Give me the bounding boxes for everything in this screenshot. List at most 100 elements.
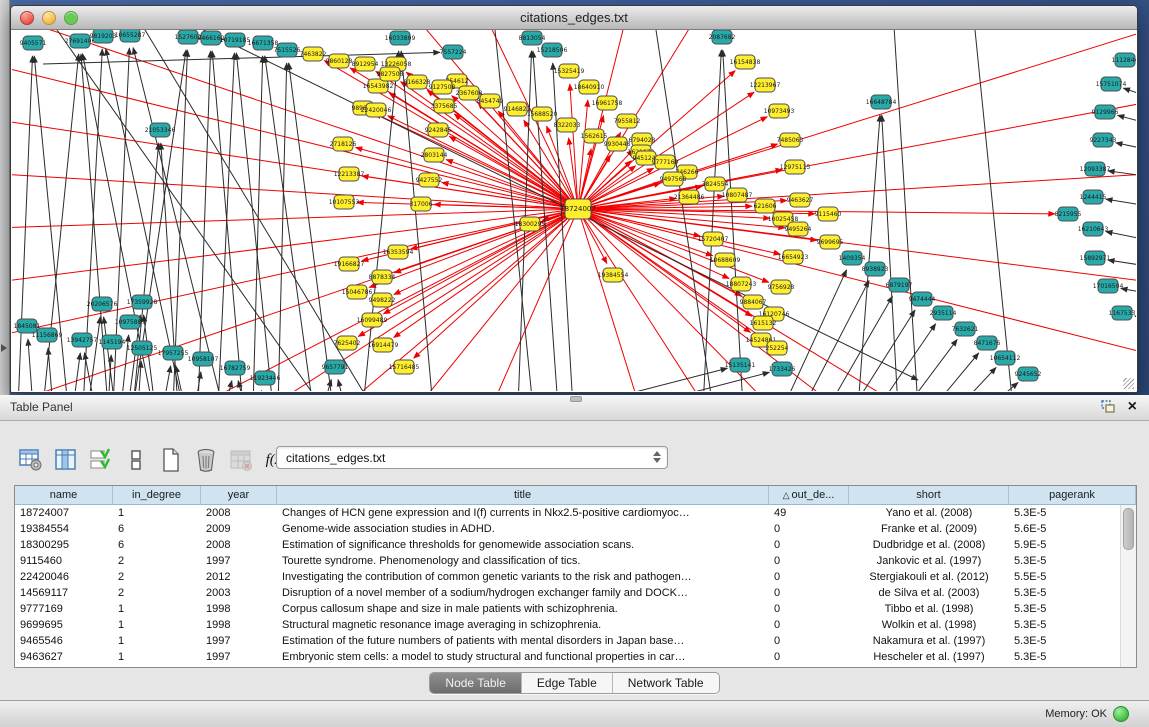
graph-edge-black[interactable] <box>289 63 333 391</box>
table-cell[interactable]: 1998 <box>201 617 277 633</box>
table-cell[interactable]: 0 <box>769 633 849 649</box>
graph-node[interactable]: 7557224 <box>440 45 467 59</box>
graph-node[interactable]: 7625402 <box>334 336 361 350</box>
tab-edge-table[interactable]: Edge Table <box>522 673 613 693</box>
graph-node[interactable]: 16154838 <box>730 55 761 69</box>
table-cell[interactable]: Investigating the contribution of common… <box>277 569 769 585</box>
table-cell[interactable]: Stergiakouli et al. (2012) <box>849 569 1009 585</box>
tab-network-table[interactable]: Network Table <box>613 673 719 693</box>
graph-edge-black[interactable] <box>195 372 201 391</box>
table-cell[interactable]: de Silva et al. (2003) <box>849 585 1009 601</box>
graph-node[interactable]: 9463627 <box>787 193 814 207</box>
table-cell[interactable]: Jankovic et al. (1997) <box>849 553 1009 569</box>
graph-edge-black[interactable] <box>173 50 187 391</box>
graph-node[interactable]: 8166328 <box>404 75 431 89</box>
graph-node[interactable]: 15325419 <box>554 64 585 78</box>
graph-node[interactable]: 15716485 <box>389 360 420 374</box>
graph-node[interactable]: 9756928 <box>768 280 795 294</box>
graph-node[interactable]: 1845081 <box>14 319 41 333</box>
graph-node[interactable]: 3375685 <box>431 99 458 113</box>
graph-node[interactable]: 8878334 <box>369 270 396 284</box>
graph-edge-black[interactable] <box>338 380 345 391</box>
graph-edge-black[interactable] <box>48 348 53 391</box>
graph-edge-black[interactable] <box>1106 232 1136 245</box>
column-header-year[interactable]: year <box>201 486 277 505</box>
graph-node[interactable]: 1167533 <box>1109 306 1136 320</box>
graph-node[interactable]: 16654923 <box>778 250 809 264</box>
graph-node[interactable]: 1112844 <box>1112 53 1136 67</box>
float-panel-icon[interactable] <box>1101 400 1116 414</box>
table-cell[interactable]: 1 <box>113 633 201 649</box>
graph-edge-black[interactable] <box>1118 115 1136 130</box>
table-cell[interactable]: 49 <box>769 505 849 521</box>
table-cell[interactable]: 5.3E-5 <box>1009 505 1136 521</box>
graph-node[interactable]: 7463822 <box>300 47 327 61</box>
graph-edge-black[interactable] <box>988 382 1018 391</box>
table-settings-button[interactable] <box>18 447 44 473</box>
graph-edge-black[interactable] <box>28 339 33 391</box>
table-cell[interactable]: Dudbridge et al. (2008) <box>849 537 1009 553</box>
graph-node[interactable]: 15720407 <box>698 232 729 246</box>
table-cell[interactable]: 5.3E-5 <box>1009 649 1136 665</box>
graph-node[interactable]: 8215955 <box>1055 207 1082 221</box>
table-cell[interactable]: 0 <box>769 553 849 569</box>
graph-node[interactable]: 9127508 <box>429 80 456 94</box>
table-cell[interactable]: 1 <box>113 601 201 617</box>
graph-node[interactable]: 15218506 <box>537 43 568 57</box>
graph-node[interactable]: 7515526 <box>274 43 301 57</box>
graph-node[interactable]: 8912954 <box>352 57 379 71</box>
graph-node[interactable]: 2718126 <box>330 137 357 151</box>
graph-node[interactable]: 9495264 <box>785 222 812 236</box>
network-canvas[interactable]: 9405571276914069819203106552871527602946… <box>12 30 1136 391</box>
panel-expand-arrow-icon[interactable] <box>1 344 7 352</box>
table-cell[interactable]: Disruption of a novel member of a sodium… <box>277 585 769 601</box>
graph-edge-black[interactable] <box>1116 143 1136 155</box>
graph-node[interactable]: 13942757 <box>67 333 98 347</box>
table-row[interactable]: 1830029562008Estimation of significance … <box>15 537 1136 553</box>
table-cell[interactable]: 5.5E-5 <box>1009 569 1136 585</box>
table-cell[interactable]: Yano et al. (2008) <box>849 505 1009 521</box>
graph-node[interactable]: 8813054 <box>519 31 546 45</box>
graph-node[interactable]: 621606 <box>754 199 777 213</box>
table-cell[interactable]: 5.3E-5 <box>1009 553 1136 569</box>
table-cell[interactable]: 0 <box>769 521 849 537</box>
graph-edge-black[interactable] <box>893 30 918 391</box>
table-cell[interactable]: Hescheler et al. (1997) <box>849 649 1009 665</box>
table-cell[interactable]: 9115460 <box>15 553 113 569</box>
graph-node[interactable]: 18640910 <box>574 80 605 94</box>
graph-node[interactable]: 20206576 <box>87 297 118 311</box>
graph-edge-black[interactable] <box>933 353 979 391</box>
graph-edge-black[interactable] <box>265 56 313 391</box>
graph-node[interactable]: 21053346 <box>145 123 176 137</box>
table-row[interactable]: 977716911998Corpus callosum shape and si… <box>15 601 1136 617</box>
graph-edge-red[interactable] <box>12 170 578 209</box>
table-cell[interactable]: 19384554 <box>15 521 113 537</box>
graph-node[interactable]: 12093387 <box>1080 162 1111 176</box>
graph-node[interactable]: 9819203 <box>90 30 117 43</box>
graph-edge-red[interactable] <box>578 209 1136 370</box>
table-cell[interactable]: 2008 <box>201 537 277 553</box>
table-selector-combobox[interactable]: citations_edges.txt <box>276 446 668 469</box>
scrollbar-thumb[interactable] <box>1123 508 1134 550</box>
graph-node[interactable]: 9245652 <box>1015 367 1042 381</box>
graph-node[interactable]: 16353594 <box>383 245 414 259</box>
panel-splitter-handle[interactable] <box>570 396 582 402</box>
table-cell[interactable]: 5.3E-5 <box>1009 585 1136 601</box>
graph-node[interactable]: 9884067 <box>740 295 767 309</box>
window-titlebar[interactable]: citations_edges.txt <box>11 6 1137 30</box>
table-row[interactable]: 1872400712008Changes of HCN gene express… <box>15 505 1136 521</box>
graph-node[interactable]: 15688520 <box>527 107 558 121</box>
graph-node[interactable]: 9657791 <box>322 360 349 374</box>
table-cell[interactable]: Estimation of the future numbers of pati… <box>277 633 769 649</box>
graph-node[interactable]: 252254 <box>766 341 789 355</box>
graph-node[interactable]: 18724007 <box>560 199 596 219</box>
table-cell[interactable]: 1997 <box>201 649 277 665</box>
graph-edge-black[interactable] <box>1106 199 1136 210</box>
graph-node[interactable]: 12975115 <box>780 160 811 174</box>
graph-node[interactable]: 8322033 <box>554 118 581 132</box>
table-cell[interactable]: 0 <box>769 601 849 617</box>
table-cell[interactable]: Genome-wide association studies in ADHD. <box>277 521 769 537</box>
graph-edge-black[interactable] <box>1108 260 1136 270</box>
column-header-pagerank[interactable]: pagerank <box>1009 486 1136 505</box>
graph-node[interactable]: 2803144 <box>421 148 448 162</box>
